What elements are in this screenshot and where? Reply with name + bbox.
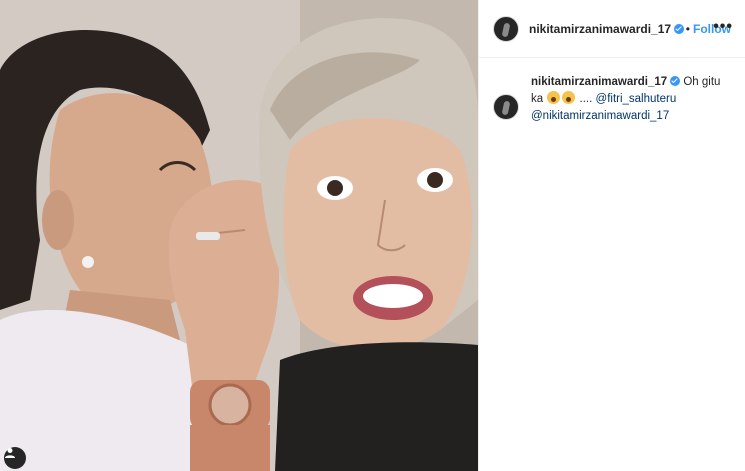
caption-verified-badge-icon xyxy=(670,76,681,86)
user-tag-glyph xyxy=(5,448,15,458)
user-tag-icon[interactable] xyxy=(4,447,26,469)
separator-dot: • xyxy=(685,21,690,36)
shocked-face-emoji-icon-2 xyxy=(562,91,576,104)
post-header: nikitamirzanimawardi_17 • Follow ••• xyxy=(479,0,745,58)
instagram-post: nikitamirzanimawardi_17 • Follow ••• nik… xyxy=(0,0,745,471)
mention-link-2[interactable]: @nikitamirzanimawardi_17 xyxy=(531,110,669,122)
post-sidebar: nikitamirzanimawardi_17 • Follow ••• nik… xyxy=(478,0,745,471)
photo-illustration xyxy=(0,0,478,471)
caption-ellipsis: .... xyxy=(576,93,596,105)
caption-body: nikitamirzanimawardi_17 Oh gitu ka .... … xyxy=(531,74,731,125)
header-username[interactable]: nikitamirzanimawardi_17 xyxy=(529,22,671,36)
caption-comment: nikitamirzanimawardi_17 Oh gitu ka .... … xyxy=(479,58,745,125)
caption-avatar[interactable] xyxy=(493,94,519,120)
avatar[interactable] xyxy=(493,15,519,42)
caption-username[interactable]: nikitamirzanimawardi_17 xyxy=(531,76,667,88)
post-photo[interactable] xyxy=(0,0,478,471)
shocked-face-emoji-icon xyxy=(547,91,561,104)
mention-link-1[interactable]: @fitri_salhuteru xyxy=(596,93,677,105)
more-options-icon[interactable]: ••• xyxy=(713,18,733,36)
verified-badge-icon xyxy=(674,23,684,34)
